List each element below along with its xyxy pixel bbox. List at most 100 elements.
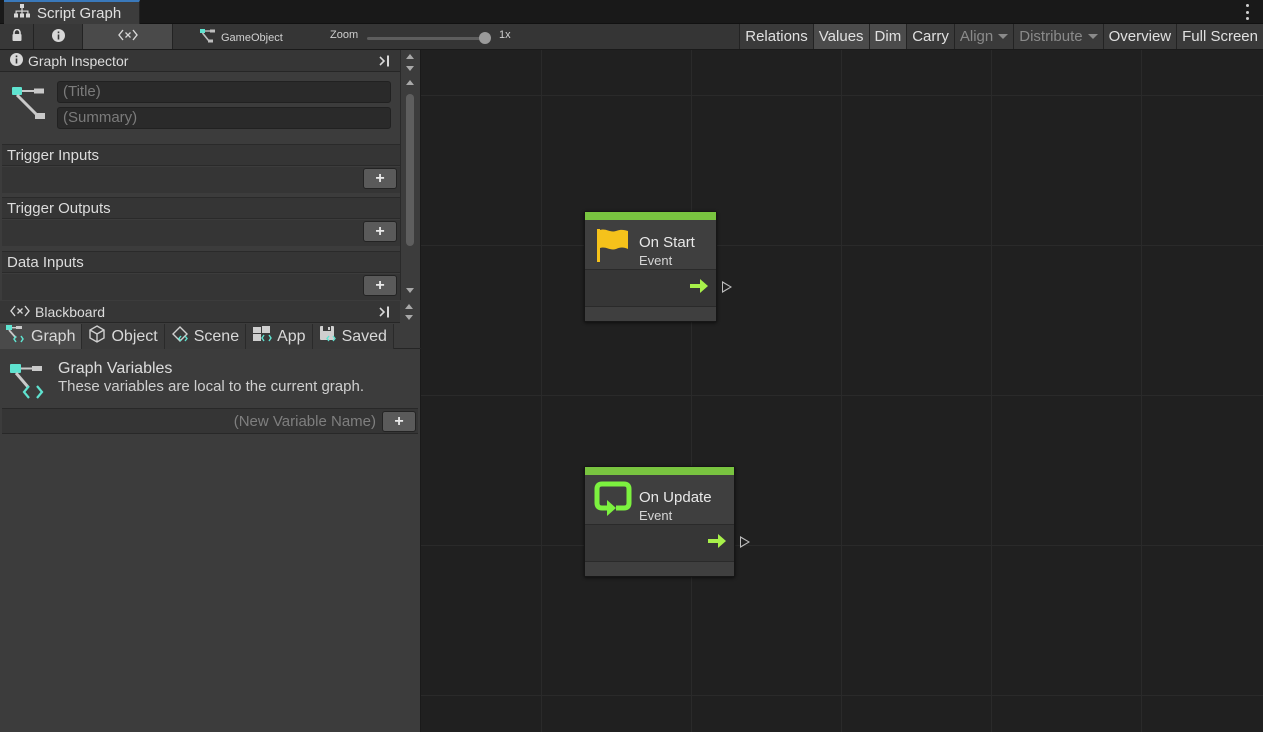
scroll-down-icon[interactable] bbox=[405, 315, 413, 320]
trigger-inputs-list: + bbox=[2, 167, 400, 193]
node-subtitle: Event bbox=[639, 253, 673, 268]
on-update-node[interactable]: On Update Event bbox=[584, 466, 735, 577]
graph-icon bbox=[200, 29, 215, 46]
new-variable-name-input[interactable]: (New Variable Name) bbox=[234, 413, 376, 430]
node-ports bbox=[585, 525, 734, 562]
lock-icon bbox=[12, 28, 22, 44]
node-accent-bar bbox=[585, 212, 716, 220]
blackboard-tabs: Graph Object Scene App Saved bbox=[0, 324, 421, 349]
inspector-title: Graph Inspector bbox=[28, 52, 129, 69]
cube-icon bbox=[88, 325, 106, 348]
chevron-down-icon bbox=[998, 34, 1009, 39]
overview-label: Overview bbox=[1108, 28, 1172, 45]
graph-variables-icon bbox=[10, 362, 50, 405]
save-icon bbox=[319, 325, 337, 348]
hierarchy-icon bbox=[14, 4, 30, 22]
scroll-up-icon[interactable] bbox=[406, 54, 414, 59]
flag-icon bbox=[596, 227, 630, 266]
inspector-toggle-button[interactable] bbox=[34, 24, 83, 49]
view-options: Relations Values Dim Carry Align Distrib… bbox=[739, 24, 1263, 49]
trigger-outputs-list: + bbox=[2, 220, 400, 246]
on-start-output-port[interactable] bbox=[722, 281, 732, 293]
scroll-up-icon[interactable] bbox=[406, 80, 414, 85]
full-screen-button[interactable]: Full Screen bbox=[1176, 24, 1263, 49]
tab-object-label: Object bbox=[111, 327, 158, 345]
trigger-inputs-header: Trigger Inputs bbox=[2, 144, 400, 166]
graph-icon bbox=[12, 86, 48, 123]
full-screen-label: Full Screen bbox=[1182, 28, 1258, 45]
side-panel: Graph Inspector (Title) (Summary) Trigge… bbox=[0, 50, 421, 732]
info-icon bbox=[51, 28, 65, 45]
zoom-label: Zoom bbox=[330, 29, 359, 41]
tab-saved[interactable]: Saved bbox=[312, 324, 394, 349]
lock-button[interactable] bbox=[0, 24, 34, 49]
dim-button[interactable]: Dim bbox=[868, 24, 907, 49]
tab-app[interactable]: App bbox=[246, 324, 313, 349]
graph-canvas[interactable]: On Start Event On Update Event bbox=[421, 50, 1263, 732]
node-header: On Start Event bbox=[585, 220, 716, 270]
tab-graph-label: Graph bbox=[31, 327, 76, 345]
tab-object[interactable]: Object bbox=[82, 324, 165, 349]
chevron-down-icon bbox=[1087, 34, 1098, 39]
on-update-output-port[interactable] bbox=[740, 536, 750, 548]
app-icon bbox=[252, 325, 272, 348]
scrollbar-thumb[interactable] bbox=[406, 94, 414, 246]
align-label: Align bbox=[959, 28, 994, 45]
tab-graph[interactable]: Graph bbox=[0, 324, 83, 349]
tab-app-label: App bbox=[277, 327, 306, 345]
graph-summary-field[interactable]: (Summary) bbox=[57, 107, 391, 129]
graph-inspector: Graph Inspector (Title) (Summary) Trigge… bbox=[0, 50, 400, 300]
scroll-up-icon[interactable] bbox=[405, 304, 413, 309]
relations-button[interactable]: Relations bbox=[739, 24, 813, 49]
zoom-slider[interactable] bbox=[367, 37, 487, 40]
trigger-outputs-header: Trigger Outputs bbox=[2, 197, 400, 219]
node-header: On Update Event bbox=[585, 475, 734, 525]
variables-icon bbox=[10, 304, 30, 320]
scroll-down-icon[interactable] bbox=[406, 288, 414, 293]
node-ports bbox=[585, 270, 716, 307]
dock-icon[interactable] bbox=[378, 54, 394, 68]
carry-label: Carry bbox=[912, 28, 949, 45]
add-trigger-input-button[interactable]: + bbox=[363, 168, 397, 189]
relations-label: Relations bbox=[745, 28, 808, 45]
values-button[interactable]: Values bbox=[812, 24, 869, 49]
blackboard-header: Blackboard bbox=[0, 301, 400, 323]
loop-icon bbox=[594, 481, 632, 520]
graph-variables-title: Graph Variables bbox=[58, 360, 173, 377]
align-dropdown[interactable]: Align bbox=[953, 24, 1014, 49]
variables-icon bbox=[117, 29, 138, 44]
add-data-input-button[interactable]: + bbox=[363, 275, 397, 296]
tab-saved-label: Saved bbox=[341, 327, 387, 345]
node-footer bbox=[585, 563, 734, 576]
dock-icon[interactable] bbox=[378, 305, 394, 319]
on-start-node[interactable]: On Start Event bbox=[584, 211, 717, 322]
node-title: On Update bbox=[639, 489, 712, 506]
overview-button[interactable]: Overview bbox=[1102, 24, 1177, 49]
scroll-down-icon[interactable] bbox=[406, 66, 414, 71]
node-accent-bar bbox=[585, 467, 734, 475]
data-inputs-header: Data Inputs bbox=[2, 251, 400, 273]
tab-scene[interactable]: Scene bbox=[164, 324, 247, 349]
info-icon bbox=[10, 52, 23, 69]
blackboard-toggle-button[interactable] bbox=[83, 24, 173, 49]
graph-title-field[interactable]: (Title) bbox=[57, 81, 391, 103]
graph-context[interactable]: GameObject bbox=[200, 29, 283, 46]
distribute-dropdown[interactable]: Distribute bbox=[1013, 24, 1103, 49]
data-inputs-list: + bbox=[2, 274, 400, 300]
zoom-slider-thumb[interactable] bbox=[479, 32, 491, 44]
carry-button[interactable]: Carry bbox=[906, 24, 954, 49]
tab-script-graph[interactable]: Script Graph bbox=[4, 0, 140, 24]
tab-scene-label: Scene bbox=[193, 327, 240, 345]
graph-toolbar: GameObject Zoom 1x Relations Values Dim … bbox=[0, 24, 1263, 50]
more-options-icon[interactable] bbox=[1245, 4, 1249, 20]
window-tab-bar: Script Graph bbox=[0, 0, 1263, 24]
graph-icon bbox=[6, 325, 26, 348]
blackboard-scroll-arrows bbox=[400, 301, 418, 324]
add-variable-button[interactable]: + bbox=[382, 411, 416, 432]
inspector-scrollbar[interactable] bbox=[400, 50, 418, 300]
distribute-label: Distribute bbox=[1019, 28, 1083, 45]
node-title: On Start bbox=[639, 234, 695, 251]
graph-context-label: GameObject bbox=[221, 31, 283, 44]
node-footer bbox=[585, 308, 716, 321]
add-trigger-output-button[interactable]: + bbox=[363, 221, 397, 242]
